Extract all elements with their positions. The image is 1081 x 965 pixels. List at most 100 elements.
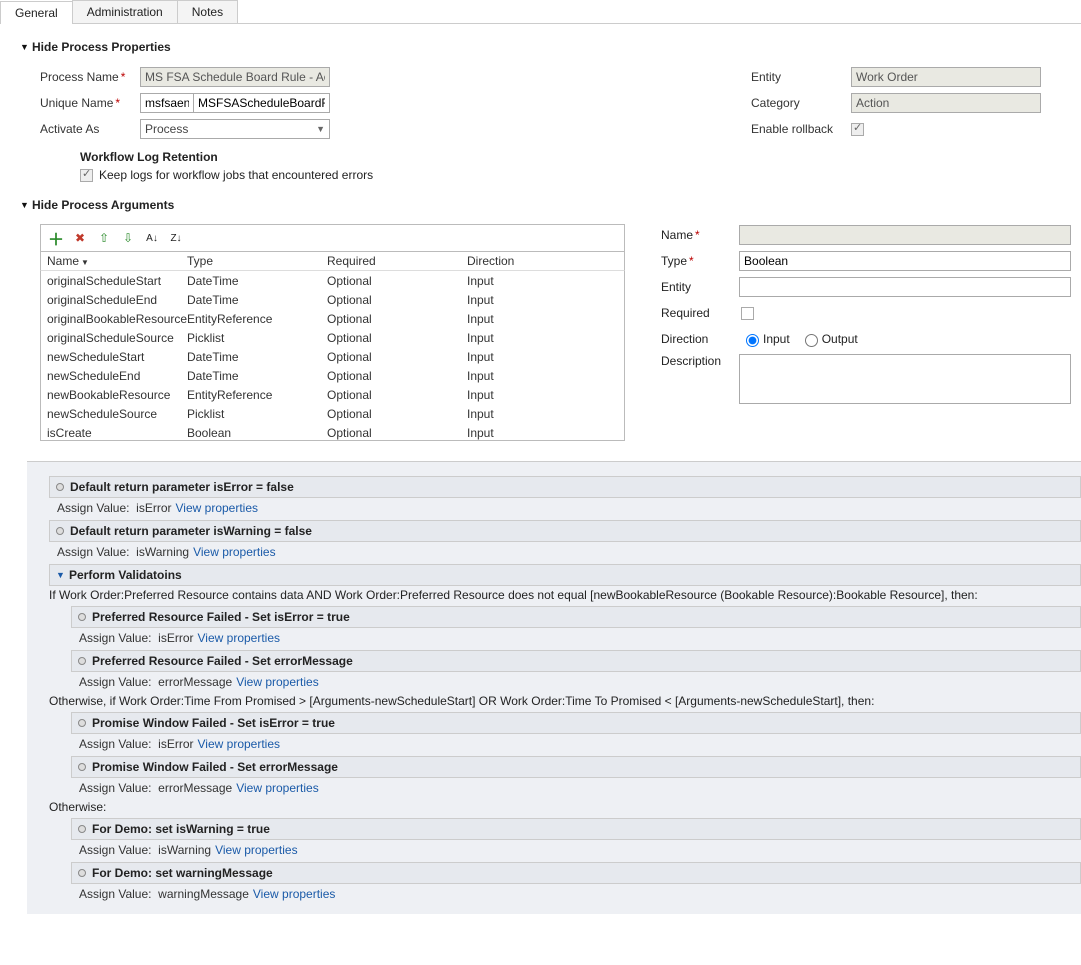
table-row[interactable]: newScheduleStartDateTimeOptionalInput: [41, 347, 624, 366]
label-arg-direction: Direction: [661, 332, 741, 346]
tab-general[interactable]: General: [0, 1, 73, 24]
keep-logs-label: Keep logs for workflow jobs that encount…: [99, 168, 373, 182]
bullet-icon: [56, 527, 64, 535]
step-title[interactable]: Preferred Resource Failed - Set errorMes…: [71, 650, 1081, 672]
add-argument-button[interactable]: ＋: [47, 229, 65, 247]
step-sub: Assign Value: warningMessageView propert…: [71, 884, 1081, 904]
table-row[interactable]: newScheduleEndDateTimeOptionalInput: [41, 366, 624, 385]
col-header-direction[interactable]: Direction: [467, 254, 607, 268]
view-properties-link[interactable]: View properties: [176, 501, 259, 515]
chevron-down-icon: ▼: [20, 200, 32, 210]
label-unique-name: Unique Name*: [40, 96, 140, 110]
condition-text: Otherwise, if Work Order:Time From Promi…: [49, 694, 1081, 708]
bullet-icon: [78, 763, 86, 771]
arg-entity-input[interactable]: [739, 277, 1071, 297]
toggle-process-properties[interactable]: ▼ Hide Process Properties: [20, 40, 1081, 54]
step-title[interactable]: For Demo: set warningMessage: [71, 862, 1081, 884]
view-properties-link[interactable]: View properties: [253, 887, 336, 901]
step-sub: Assign Value: errorMessageView propertie…: [71, 672, 1081, 692]
view-properties-link[interactable]: View properties: [193, 545, 276, 559]
radio-input[interactable]: Input: [741, 331, 790, 347]
col-header-type[interactable]: Type: [187, 254, 327, 268]
step-sub: Assign Value: isWarningView properties: [49, 542, 1081, 562]
table-row[interactable]: originalBookableResourceEntityReferenceO…: [41, 309, 624, 328]
bullet-icon: [78, 869, 86, 877]
unique-name-prefix[interactable]: [140, 93, 193, 113]
arg-description-textarea[interactable]: [739, 354, 1071, 404]
label-arg-required: Required: [661, 306, 741, 320]
category-input: [851, 93, 1041, 113]
step-title[interactable]: Default return parameter isWarning = fal…: [49, 520, 1081, 542]
move-up-button[interactable]: ⇧: [95, 229, 113, 247]
entity-input: [851, 67, 1041, 87]
table-row[interactable]: isCreateBooleanOptionalInput: [41, 423, 624, 441]
step-sub: Assign Value: isErrorView properties: [49, 498, 1081, 518]
activate-as-select[interactable]: Process▼: [140, 119, 330, 139]
label-activate-as: Activate As: [40, 122, 140, 136]
step-sub: Assign Value: isErrorView properties: [71, 628, 1081, 648]
col-header-required[interactable]: Required: [327, 254, 467, 268]
step-sub: Assign Value: errorMessageView propertie…: [71, 778, 1081, 798]
arguments-header-row: Name▼ Type Required Direction: [40, 252, 625, 271]
label-entity: Entity: [751, 70, 851, 84]
label-category: Category: [751, 96, 851, 110]
bullet-icon: [56, 483, 64, 491]
bullet-icon: [78, 719, 86, 727]
view-properties-link[interactable]: View properties: [236, 675, 319, 689]
arg-type-select[interactable]: [739, 251, 1071, 271]
toggle-process-arguments[interactable]: ▼ Hide Process Arguments: [20, 198, 1081, 212]
arguments-table: ＋ ✖ ⇧ ⇩ A↓ Z↓ Name▼ Type Required Direct…: [40, 224, 625, 441]
label-arg-entity: Entity: [661, 280, 739, 294]
table-row[interactable]: newScheduleSourcePicklistOptionalInput: [41, 404, 624, 423]
arguments-scroll[interactable]: originalScheduleStartDateTimeOptionalInp…: [40, 271, 625, 441]
chevron-down-icon: ▼: [56, 570, 65, 580]
arguments-toolbar: ＋ ✖ ⇧ ⇩ A↓ Z↓: [40, 224, 625, 252]
tab-administration[interactable]: Administration: [72, 0, 178, 23]
steps-area: Default return parameter isError = false…: [27, 461, 1081, 914]
step-title[interactable]: Default return parameter isError = false: [49, 476, 1081, 498]
step-title[interactable]: For Demo: set isWarning = true: [71, 818, 1081, 840]
col-header-name[interactable]: Name▼: [47, 254, 187, 268]
step-title[interactable]: Promise Window Failed - Set errorMessage: [71, 756, 1081, 778]
condition-text: If Work Order:Preferred Resource contain…: [49, 588, 1081, 602]
properties-form: Process Name* Unique Name* Activate As P…: [0, 62, 1081, 182]
move-down-button[interactable]: ⇩: [119, 229, 137, 247]
label-arg-type: Type*: [661, 254, 739, 268]
workflow-log-retention-heading: Workflow Log Retention: [80, 150, 520, 164]
table-row[interactable]: originalScheduleSourcePicklistOptionalIn…: [41, 328, 624, 347]
arg-required-checkbox[interactable]: [741, 307, 754, 320]
view-properties-link[interactable]: View properties: [236, 781, 319, 795]
step-title[interactable]: Promise Window Failed - Set isError = tr…: [71, 712, 1081, 734]
view-properties-link[interactable]: View properties: [198, 631, 281, 645]
step-title[interactable]: Preferred Resource Failed - Set isError …: [71, 606, 1081, 628]
view-properties-link[interactable]: View properties: [198, 737, 281, 751]
step-sub: Assign Value: isErrorView properties: [71, 734, 1081, 754]
sort-asc-button[interactable]: A↓: [143, 229, 161, 247]
keep-logs-checkbox[interactable]: [80, 169, 93, 182]
caret-down-icon: ▼: [316, 124, 325, 134]
process-name-input[interactable]: [140, 67, 330, 87]
section-title-properties: Hide Process Properties: [32, 40, 171, 54]
step-sub: Assign Value: isWarningView properties: [71, 840, 1081, 860]
label-arg-description: Description: [661, 354, 739, 368]
unique-name-input[interactable]: [193, 93, 330, 113]
bullet-icon: [78, 825, 86, 833]
radio-output[interactable]: Output: [800, 331, 858, 347]
bullet-icon: [78, 613, 86, 621]
argument-detail-panel: Name* Type* Entity Required Direction In…: [661, 220, 1081, 441]
table-row[interactable]: originalScheduleStartDateTimeOptionalInp…: [41, 271, 624, 290]
delete-argument-button[interactable]: ✖: [71, 229, 89, 247]
condition-text: Otherwise:: [49, 800, 1081, 814]
sort-desc-button[interactable]: Z↓: [167, 229, 185, 247]
tab-notes[interactable]: Notes: [177, 0, 238, 23]
arg-name-input[interactable]: [739, 225, 1071, 245]
label-enable-rollback: Enable rollback: [751, 122, 851, 136]
enable-rollback-checkbox[interactable]: [851, 123, 864, 136]
table-row[interactable]: originalScheduleEndDateTimeOptionalInput: [41, 290, 624, 309]
bullet-icon: [78, 657, 86, 665]
tabs-row: General Administration Notes: [0, 0, 1081, 24]
step-title[interactable]: ▼Perform Validatoins: [49, 564, 1081, 586]
view-properties-link[interactable]: View properties: [215, 843, 298, 857]
label-process-name: Process Name*: [40, 70, 140, 84]
table-row[interactable]: newBookableResourceEntityReferenceOption…: [41, 385, 624, 404]
